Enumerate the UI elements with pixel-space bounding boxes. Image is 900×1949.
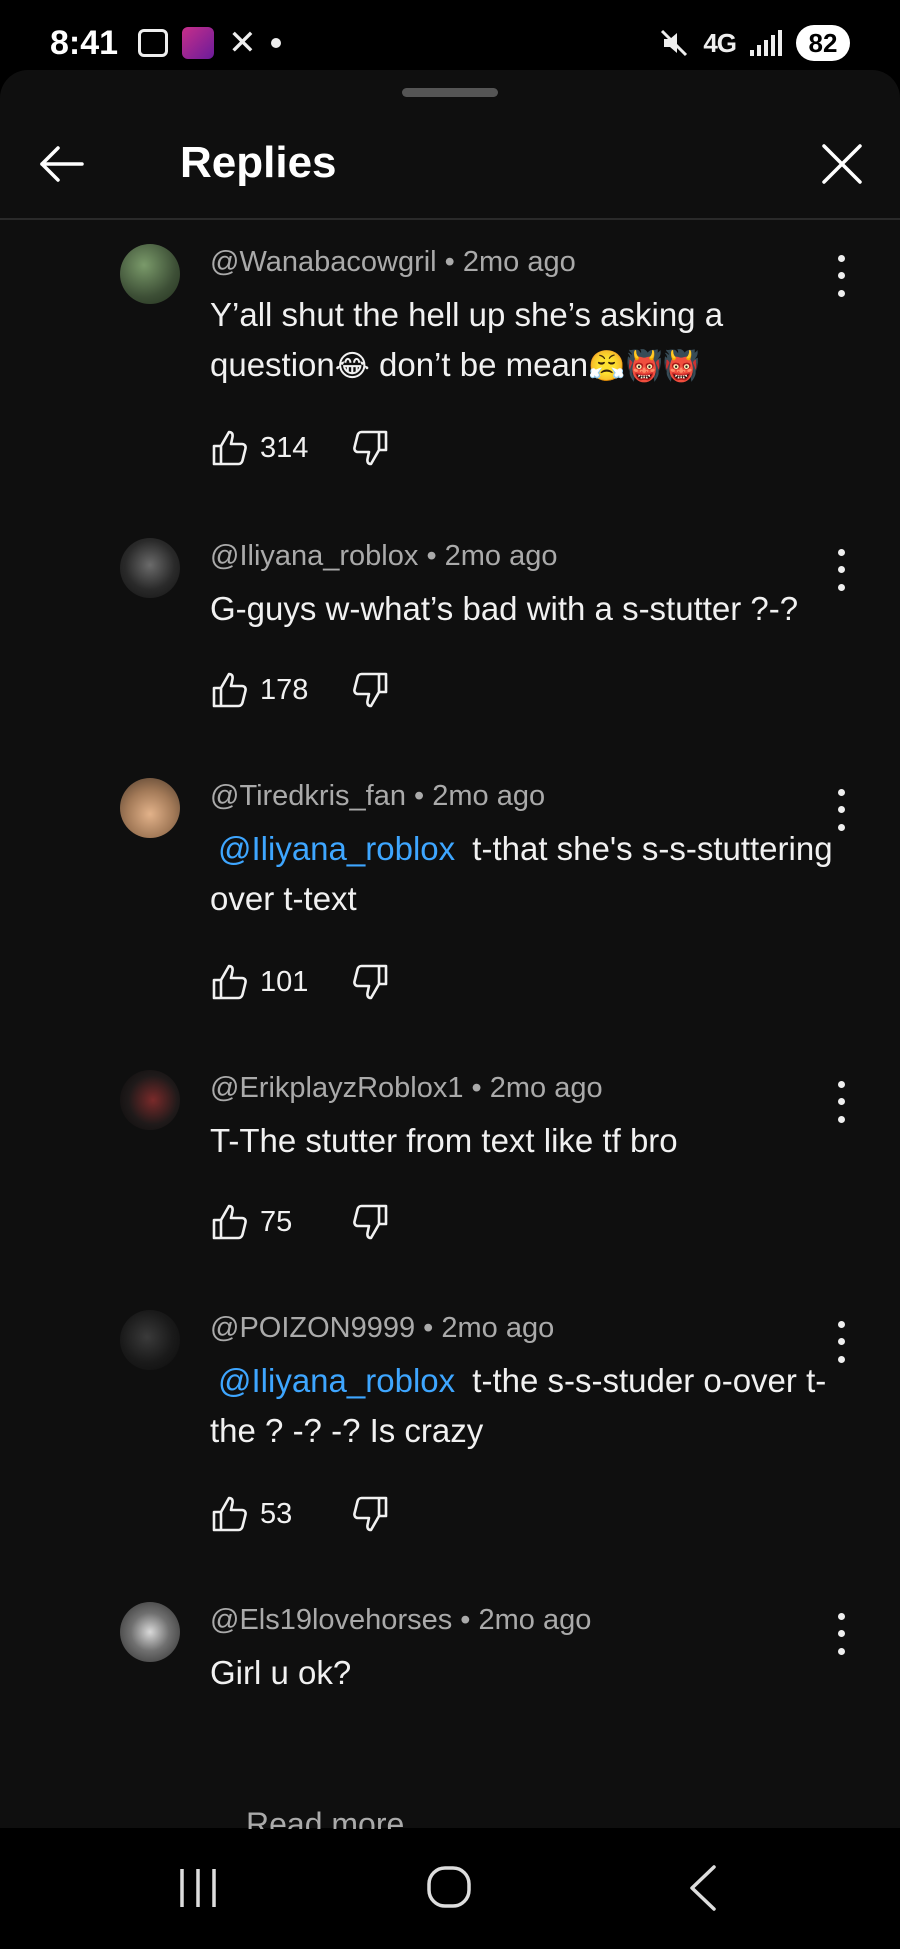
avatar[interactable] [120,1070,180,1130]
more-vertical-icon [837,789,845,797]
more-vertical-icon [837,549,845,557]
back-chevron-icon[interactable] [684,1863,720,1913]
thumbs-up-icon[interactable] [210,1494,250,1534]
thumbs-down-icon[interactable] [350,962,390,1002]
comment-meta[interactable]: @Tiredkris_fan • 2mo ago [210,780,545,813]
comment-text: @Iliyana_roblox t-that she's s-s-stutter… [210,830,833,917]
emoji: 👹 [662,349,701,384]
more-vertical-icon [837,1613,845,1621]
avatar[interactable] [120,538,180,598]
comment-meta[interactable]: @POIZON9999 • 2mo ago [210,1312,554,1345]
comment-text: Y’all shut the hell up she’s asking a qu… [210,296,724,384]
more-vertical-icon [837,1081,845,1089]
read-more-link[interactable]: Read more [246,1806,404,1829]
thumbs-up-icon[interactable] [210,428,250,468]
thumbs-down-icon[interactable] [350,428,390,468]
like-count: 101 [260,965,309,998]
comment-actions: 101 [210,960,390,1004]
thumbs-up-icon[interactable] [210,962,250,1002]
comment-text: Girl u ok? [210,1654,352,1691]
like-count: 178 [260,673,309,706]
system-nav-bar [0,1829,900,1949]
emoji: 😂 [334,349,370,384]
like-count: 314 [260,431,309,464]
avatar[interactable] [120,1310,180,1370]
mention-link[interactable]: @Iliyana_roblox [210,1362,463,1399]
avatar[interactable] [120,244,180,304]
thumbs-down-icon[interactable] [350,670,390,710]
comment-actions: 178 [210,668,390,712]
thumbs-down-icon[interactable] [350,1494,390,1534]
more-vertical-icon [837,255,845,263]
more-vertical-icon [837,1321,845,1329]
comment-meta[interactable]: @Els19lovehorses • 2mo ago [210,1604,591,1637]
recents-icon[interactable] [176,1867,220,1909]
thumbs-up-icon[interactable] [210,670,250,710]
comment-meta[interactable]: @ErikplayzRoblox1 • 2mo ago [210,1072,603,1105]
comment-text: @Iliyana_roblox t-the s-s-studer o-over … [210,1362,827,1449]
like-count: 53 [260,1497,293,1530]
comment-text: T-The stutter from text like tf bro [210,1122,678,1159]
emoji: 😤 [588,349,626,384]
comment-meta[interactable]: @Wanabacowgril • 2mo ago [210,246,576,279]
comment-actions: 75 [210,1200,390,1244]
home-icon[interactable] [426,1865,472,1909]
comment-meta[interactable]: @Iliyana_roblox • 2mo ago [210,540,558,573]
like-count: 75 [260,1205,293,1238]
thumbs-up-icon[interactable] [210,1202,250,1242]
thumbs-down-icon[interactable] [350,1202,390,1242]
comment-text: G-guys w-what’s bad with a s-stutter ?-? [210,590,799,627]
emoji: 👹 [625,349,663,384]
avatar[interactable] [120,778,180,838]
comment-actions: 314 [210,426,390,470]
comment-actions: 53 [210,1492,390,1536]
mention-link[interactable]: @Iliyana_roblox [210,830,463,867]
avatar[interactable] [120,1602,180,1662]
